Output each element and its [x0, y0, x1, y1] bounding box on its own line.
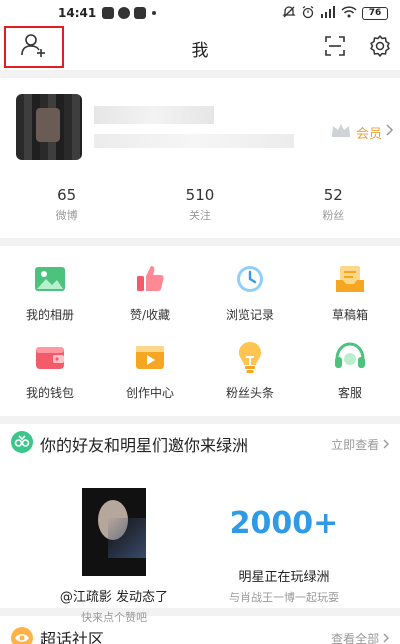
header-bar: 我 — [0, 26, 400, 70]
profile-stats: 65 微博 510 关注 52 粉丝 — [0, 186, 400, 223]
signal-icon — [320, 5, 336, 21]
photo-album-icon — [31, 260, 69, 298]
view-now-link[interactable]: 立即查看 — [331, 436, 390, 453]
wallet-icon — [31, 338, 69, 376]
stat-label: 粉丝 — [322, 209, 345, 222]
view-all-label: 查看全部 — [331, 632, 380, 644]
video-icon — [131, 338, 169, 376]
stat-followers[interactable]: 52 粉丝 — [267, 186, 400, 223]
system-indicators: 76 — [282, 5, 388, 22]
grid-item-label: 客服 — [337, 386, 362, 400]
mute-icon — [282, 5, 296, 22]
status-bar: 14:41 76 — [0, 0, 400, 26]
bio-blurred — [94, 134, 294, 148]
star-count-panel[interactable]: 2000+ 明星正在玩绿洲 与肖战王一博一起玩耍 — [214, 498, 354, 605]
settings-gear-icon[interactable] — [368, 34, 392, 62]
stat-label: 关注 — [188, 209, 211, 222]
stat-value: 510 — [185, 186, 215, 204]
grid-item-album[interactable]: 我的相册 — [0, 260, 100, 336]
grid-item-label: 粉丝头条 — [225, 386, 274, 400]
clock-icon — [231, 260, 269, 298]
drafts-icon — [331, 260, 369, 298]
star-count: 2000+ — [229, 506, 339, 541]
wifi-icon — [341, 5, 357, 21]
battery-indicator: 76 — [362, 6, 388, 20]
grid-item-label: 草稿箱 — [331, 308, 368, 322]
vip-link[interactable]: 会员 — [330, 122, 394, 142]
notification-app-icon — [134, 7, 147, 19]
notification-app-icon — [102, 7, 115, 19]
stat-value: 65 — [57, 186, 77, 204]
friend-post[interactable]: @江疏影 发动态了 快来点个赞吧 — [54, 488, 174, 625]
chevron-right-icon — [386, 124, 394, 140]
oasis-header: 你的好友和明星们邀你来绿洲 立即查看 — [0, 424, 400, 464]
grid-item-label: 创作中心 — [125, 386, 174, 400]
grid-item-customer-service[interactable]: 客服 — [300, 338, 400, 414]
grid-item-creator[interactable]: 创作中心 — [100, 338, 200, 414]
vip-label: 会员 — [355, 126, 382, 142]
oasis-logo-icon — [10, 430, 34, 458]
notification-app-icon — [118, 7, 131, 19]
status-time: 14:41 — [58, 6, 97, 20]
profile-page: 14:41 76 我 会员 65 微博 510 关注 52 粉丝 我的相册 赞/… — [0, 0, 400, 644]
add-friend-icon — [20, 32, 48, 62]
grid-item-label: 赞/收藏 — [129, 308, 171, 322]
crown-icon — [330, 122, 352, 142]
lightbulb-icon — [231, 338, 269, 376]
grid-item-drafts[interactable]: 草稿箱 — [300, 260, 400, 336]
friend-post-subtitle: 快来点个赞吧 — [81, 611, 147, 624]
grid-item-fans-headline[interactable]: 粉丝头条 — [200, 338, 300, 414]
star-panel-title: 明星正在玩绿洲 — [238, 570, 330, 585]
grid-item-history[interactable]: 浏览记录 — [200, 260, 300, 336]
grid-item-likes[interactable]: 赞/收藏 — [100, 260, 200, 336]
oasis-card[interactable]: 你的好友和明星们邀你来绿洲 立即查看 @江疏影 发动态了 快来点个赞吧 2000… — [0, 424, 400, 624]
header-actions — [324, 26, 392, 70]
add-friend-button[interactable] — [4, 26, 64, 68]
grid-item-label: 我的相册 — [25, 308, 74, 322]
star-panel-subtitle: 与肖战王一博一起玩耍 — [229, 591, 339, 604]
grid-item-label: 我的钱包 — [25, 386, 74, 400]
stat-value: 52 — [323, 186, 343, 204]
stat-label: 微博 — [55, 209, 78, 222]
profile-card[interactable]: 会员 65 微博 510 关注 52 粉丝 — [0, 78, 400, 238]
scan-icon[interactable] — [324, 35, 346, 61]
grid-item-label: 浏览记录 — [225, 308, 274, 322]
view-all-link[interactable]: 查看全部 — [331, 630, 390, 644]
view-now-label: 立即查看 — [331, 437, 380, 452]
avatar[interactable] — [16, 94, 82, 160]
notification-icons — [102, 7, 157, 19]
stat-following[interactable]: 510 关注 — [133, 186, 266, 223]
stat-weibo[interactable]: 65 微博 — [0, 186, 133, 223]
friend-post-title: @江疏影 发动态了 — [59, 590, 169, 605]
super-topic-icon — [10, 626, 34, 644]
thumbs-up-icon — [131, 260, 169, 298]
alarm-icon — [301, 5, 315, 22]
function-grid: 我的相册 赞/收藏 浏览记录 草稿箱 我的钱包 创作中心 粉丝头条 客服 — [0, 246, 400, 416]
friend-photo — [82, 488, 146, 576]
headset-icon — [331, 338, 369, 376]
super-topic-title: 超话社区 — [40, 630, 105, 644]
grid-item-wallet[interactable]: 我的钱包 — [0, 338, 100, 414]
oasis-title: 你的好友和明星们邀你来绿洲 — [40, 436, 249, 455]
username-blurred — [94, 106, 214, 124]
more-notifications-dot — [152, 11, 157, 15]
